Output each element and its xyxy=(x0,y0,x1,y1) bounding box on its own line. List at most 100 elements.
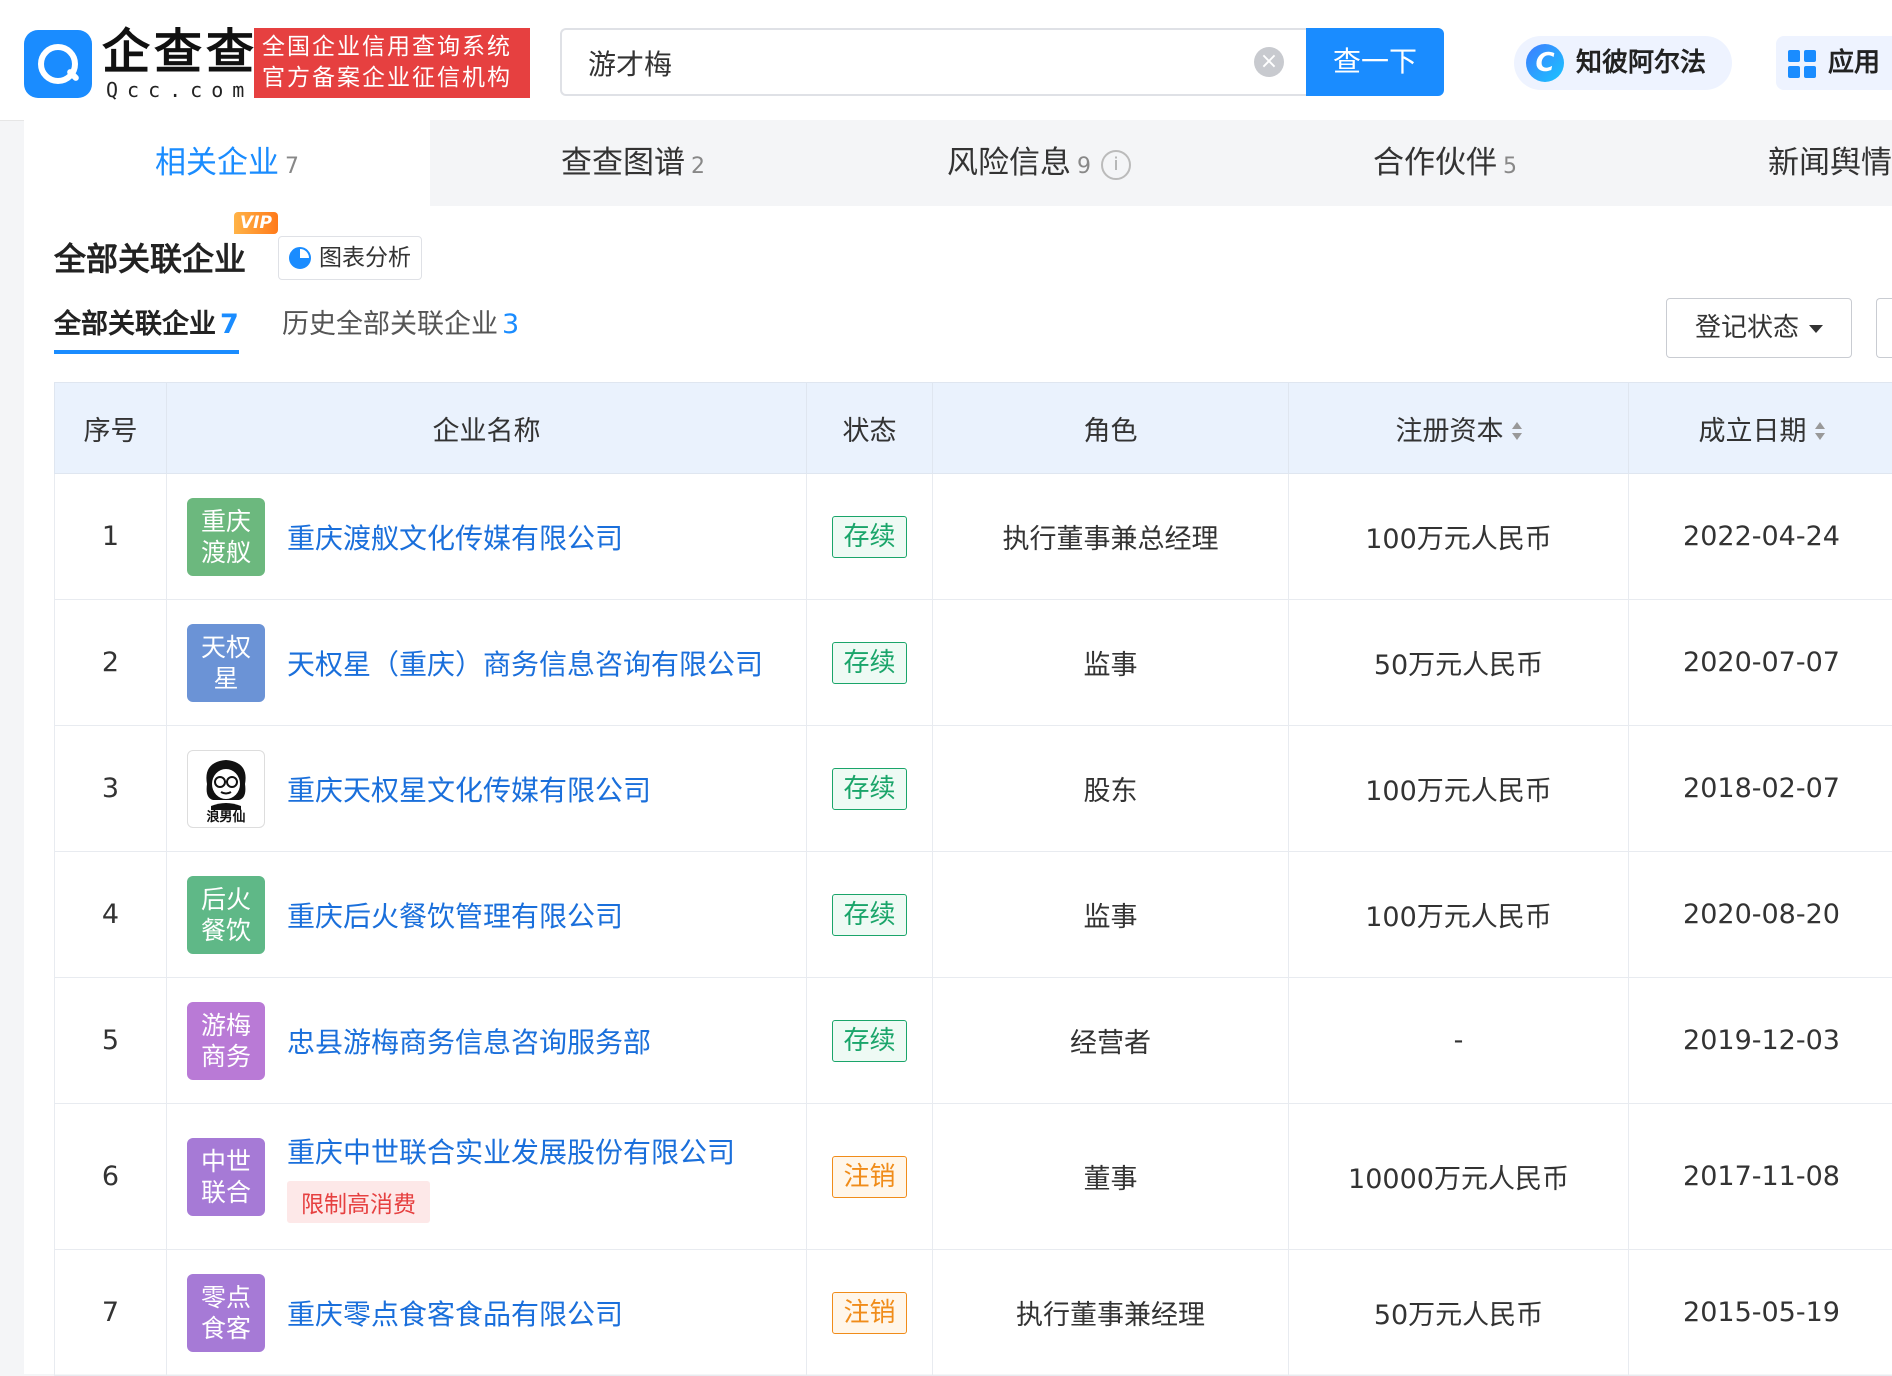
status-cell: 存续 xyxy=(807,978,933,1104)
status-cell: 存续 xyxy=(807,474,933,600)
logo-text[interactable]: 企查查 xyxy=(102,26,258,78)
status-cell: 存续 xyxy=(807,600,933,726)
capital-cell: 50万元人民币 xyxy=(1289,600,1629,726)
tab-label: 风险信息 xyxy=(947,145,1071,181)
search-button[interactable]: 查一下 xyxy=(1306,28,1444,96)
subtab-history-related[interactable]: 历史全部关联企业3 xyxy=(282,300,519,350)
row-index: 5 xyxy=(55,978,167,1104)
table-row: 3浪男仙重庆天权星文化传媒有限公司存续股东100万元人民币2018-02-07 xyxy=(55,726,1892,852)
row-index: 4 xyxy=(55,852,167,978)
company-logo-avatar[interactable]: 浪男仙 xyxy=(187,750,265,828)
role-cell: 执行董事兼总经理 xyxy=(933,474,1289,600)
header-index: 序号 xyxy=(55,383,167,474)
header-role: 角色 xyxy=(933,383,1289,474)
company-avatar[interactable]: 游梅商务 xyxy=(187,1002,265,1080)
company-cell: 后火餐饮重庆后火餐饮管理有限公司 xyxy=(167,852,807,978)
company-cell: 天权星天权星（重庆）商务信息咨询有限公司 xyxy=(167,600,807,726)
date-cell: 2018-02-07 xyxy=(1629,726,1892,852)
header-status: 状态 xyxy=(807,383,933,474)
company-name-link[interactable]: 天权星（重庆）商务信息咨询有限公司 xyxy=(287,643,763,683)
role-cell: 监事 xyxy=(933,600,1289,726)
subtab-count: 3 xyxy=(502,309,519,340)
row-index: 2 xyxy=(55,600,167,726)
vip-badge: VIP xyxy=(234,212,278,234)
company-name-link[interactable]: 重庆零点食客食品有限公司 xyxy=(287,1293,623,1333)
tab-label: 相关企业 xyxy=(155,145,279,181)
row-index: 7 xyxy=(55,1250,167,1376)
row-index: 1 xyxy=(55,474,167,600)
header-date-label: 成立日期 xyxy=(1699,416,1807,447)
tab-partners[interactable]: 合作伙伴5 xyxy=(1242,120,1648,206)
ai-alpha-button[interactable]: C 知彼阿尔法 xyxy=(1514,36,1732,90)
role-cell: 股东 xyxy=(933,726,1289,852)
sort-icon[interactable] xyxy=(1512,421,1522,443)
company-name-link[interactable]: 重庆天权星文化传媒有限公司 xyxy=(287,769,651,809)
avatar-text: 浪男仙 xyxy=(188,811,264,825)
pie-chart-icon xyxy=(289,247,311,269)
status-badge: 存续 xyxy=(832,894,906,936)
company-avatar[interactable]: 后火餐饮 xyxy=(187,876,265,954)
header-capital-label: 注册资本 xyxy=(1396,416,1504,447)
capital-cell: 50万元人民币 xyxy=(1289,1250,1629,1376)
company-cell: 游梅商务忠县游梅商务信息咨询服务部 xyxy=(167,978,807,1104)
search-input[interactable] xyxy=(586,30,1190,96)
slogan-line2: 官方备案企业征信机构 xyxy=(262,63,522,94)
status-cell: 存续 xyxy=(807,726,933,852)
date-cell: 2020-07-07 xyxy=(1629,600,1892,726)
sort-icon[interactable] xyxy=(1815,421,1825,443)
header-date[interactable]: 成立日期 xyxy=(1629,383,1892,474)
status-cell: 存续 xyxy=(807,852,933,978)
apps-button[interactable]: 应用 xyxy=(1776,36,1892,90)
ai-alpha-label: 知彼阿尔法 xyxy=(1576,36,1706,90)
clear-icon[interactable]: × xyxy=(1254,47,1284,77)
risk-tag[interactable]: 限制高消费 xyxy=(287,1181,430,1223)
subtab-all-related[interactable]: 全部关联企业7 xyxy=(54,300,239,354)
status-badge: 存续 xyxy=(832,516,906,558)
tab-news[interactable]: 新闻舆情 xyxy=(1648,120,1892,206)
status-cell: 注销 xyxy=(807,1250,933,1376)
company-cell: 零点食客重庆零点食客食品有限公司 xyxy=(167,1250,807,1376)
header-company: 企业名称 xyxy=(167,383,807,474)
tab-label: 新闻舆情 xyxy=(1768,145,1892,181)
table-row: 5游梅商务忠县游梅商务信息咨询服务部存续经营者-2019-12-03 xyxy=(55,978,1892,1104)
date-cell: 2015-05-19 xyxy=(1629,1250,1892,1376)
date-cell: 2022-04-24 xyxy=(1629,474,1892,600)
table-row: 2天权星天权星（重庆）商务信息咨询有限公司存续监事50万元人民币2020-07-… xyxy=(55,600,1892,726)
role-cell: 董事 xyxy=(933,1104,1289,1250)
header-capital[interactable]: 注册资本 xyxy=(1289,383,1629,474)
tab-related-companies[interactable]: 相关企业7 xyxy=(24,120,430,206)
company-name-link[interactable]: 重庆中世联合实业发展股份有限公司 xyxy=(287,1131,735,1171)
qcc-logo-icon[interactable] xyxy=(24,30,92,98)
company-cell: 浪男仙 重庆天权星文化传媒有限公司 xyxy=(167,726,807,852)
table-header-row: 序号 企业名称 状态 角色 注册资本 成立日期 xyxy=(55,383,1892,474)
capital-cell: 100万元人民币 xyxy=(1289,474,1629,600)
role-cell: 执行董事兼经理 xyxy=(933,1250,1289,1376)
role-cell: 监事 xyxy=(933,852,1289,978)
tab-risk-info[interactable]: 风险信息9i xyxy=(836,120,1242,206)
slogan-badge: 全国企业信用查询系统 官方备案企业征信机构 xyxy=(254,28,530,98)
company-avatar[interactable]: 天权星 xyxy=(187,624,265,702)
company-avatar[interactable]: 零点食客 xyxy=(187,1274,265,1352)
status-badge: 注销 xyxy=(832,1156,906,1198)
company-avatar[interactable]: 中世联合 xyxy=(187,1138,265,1216)
subtab-count: 7 xyxy=(220,309,239,340)
company-name-link[interactable]: 忠县游梅商务信息咨询服务部 xyxy=(287,1021,651,1061)
chart-analysis-button[interactable]: 图表分析 xyxy=(278,236,422,280)
tab-label: 合作伙伴 xyxy=(1373,145,1497,181)
role-cell: 经营者 xyxy=(933,978,1289,1104)
secondary-filter[interactable] xyxy=(1876,298,1892,358)
table-row: 1 重庆渡舣重庆渡舣文化传媒有限公司 存续执行董事兼总经理100万元人民币2022-… xyxy=(55,474,1892,600)
company-name-link[interactable]: 重庆渡舣文化传媒有限公司 xyxy=(287,517,623,557)
status-badge: 存续 xyxy=(832,642,906,684)
registration-status-filter[interactable]: 登记状态 xyxy=(1666,298,1852,358)
status-badge: 注销 xyxy=(832,1292,906,1334)
ai-logo-icon: C xyxy=(1526,44,1564,82)
grid-icon xyxy=(1788,50,1816,78)
tab-graph[interactable]: 查查图谱2 xyxy=(430,120,836,206)
company-avatar[interactable]: 重庆渡舣 xyxy=(187,498,265,576)
company-name-link[interactable]: 重庆后火餐饮管理有限公司 xyxy=(287,895,623,935)
info-icon[interactable]: i xyxy=(1101,150,1131,180)
row-index: 6 xyxy=(55,1104,167,1250)
status-badge: 存续 xyxy=(832,1020,906,1062)
table-row: 4后火餐饮重庆后火餐饮管理有限公司存续监事100万元人民币2020-08-20 xyxy=(55,852,1892,978)
